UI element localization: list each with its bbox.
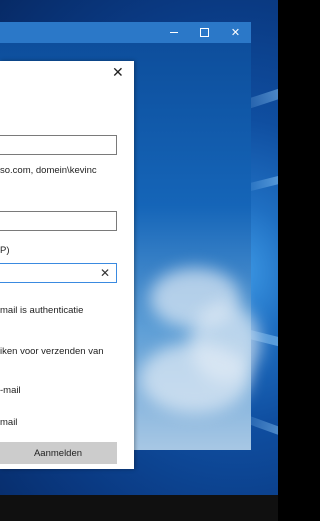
account-settings-dialog: ✕ so.com, domein\kevinc P) ✕ mail is aut…	[0, 61, 134, 469]
text-field[interactable]	[0, 135, 117, 155]
text-field-active[interactable]: ✕	[0, 263, 117, 283]
maximize-icon[interactable]	[189, 22, 220, 43]
clear-icon[interactable]: ✕	[100, 266, 110, 280]
mail-option-text: -mail	[0, 385, 21, 396]
close-icon[interactable]: ✕	[220, 22, 251, 43]
dialog-close-icon[interactable]: ✕	[112, 65, 124, 79]
field-hint: so.com, domein\kevinc	[0, 165, 97, 176]
field-label: P)	[0, 245, 10, 256]
text-field[interactable]	[0, 211, 117, 231]
signin-button[interactable]: Aanmelden	[0, 442, 117, 464]
title-bar: ✕	[0, 22, 251, 43]
taskbar	[0, 495, 278, 521]
smtp-option-text: iken voor verzenden van	[0, 346, 104, 357]
cloud	[140, 343, 250, 413]
minimize-icon[interactable]	[158, 22, 189, 43]
auth-option-text: mail is authenticatie	[0, 305, 84, 316]
mail-option-text: mail	[0, 417, 18, 428]
